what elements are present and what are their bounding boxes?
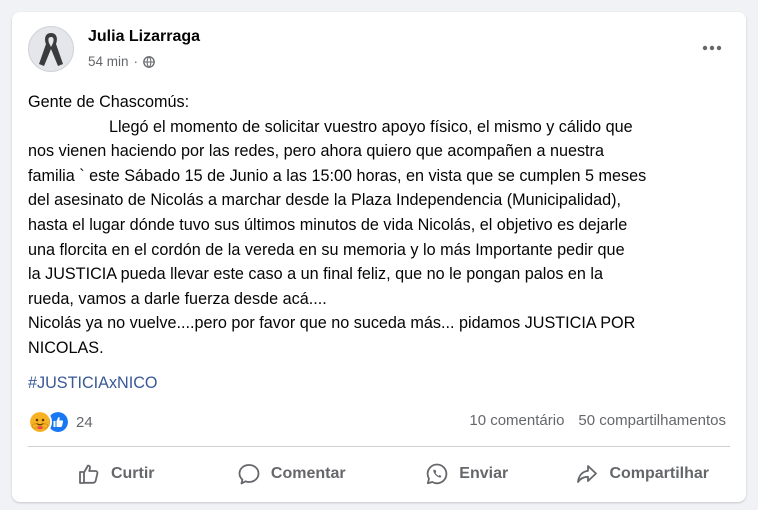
post-body-line: hasta el lugar dónde tuvo sus últimos mi… (28, 215, 628, 234)
comment-count[interactable]: 10 comentário (469, 412, 564, 429)
post-body-line: la JUSTICIA pueda llevar este caso a un … (28, 265, 604, 284)
post-body-line: Gente de Chascomús: (28, 93, 190, 111)
send-button[interactable]: Enviar (379, 454, 555, 494)
comment-label: Comentar (270, 465, 346, 482)
post-meta: 54 min · (88, 54, 155, 69)
comment-bubble-icon (238, 464, 260, 485)
author-name[interactable]: Julia Lizarraga (88, 28, 200, 46)
ellipsis-icon (702, 45, 722, 51)
share-arrow-icon (577, 465, 598, 483)
post-body-line: nos vienen haciendo por las redes, pero … (28, 142, 604, 161)
send-label: Enviar (459, 465, 509, 482)
divider (28, 446, 730, 447)
hashtag-link[interactable]: #JUSTICIAxNICO (28, 374, 158, 393)
like-label: Curtir (110, 465, 155, 482)
globe-icon (143, 55, 155, 68)
reaction-count: 24 (76, 413, 93, 431)
comment-button[interactable]: Comentar (204, 454, 380, 494)
more-options-button[interactable] (694, 34, 730, 62)
engagement-counts: 10 comentário 50 compartilhamentos (469, 412, 726, 429)
post-body-line: una florcita en el cordón de la vereda e… (28, 240, 625, 259)
post-body: Gente de Chascomús: Llegó el momento de … (28, 90, 738, 361)
whatsapp-icon (426, 463, 448, 485)
reaction-summary[interactable]: 24 (28, 410, 93, 434)
share-count[interactable]: 50 compartilhamentos (578, 412, 726, 429)
post-body-line: rueda, vamos a darle fuerza desde acá...… (28, 289, 327, 308)
post-body-line: del asesinato de Nicolás a marchar desde… (28, 191, 621, 210)
post-body-line: Llegó el momento de solicitar vuestro ap… (28, 117, 633, 136)
post-time[interactable]: 54 min (88, 54, 129, 69)
share-button[interactable]: Compartilhar (555, 454, 731, 494)
mourning-ribbon-icon (39, 33, 63, 66)
post-body-line: NICOLAS. (28, 338, 104, 357)
meta-separator: · (133, 54, 139, 69)
post-card: Julia Lizarraga 54 min · Gente de Chasco… (12, 12, 746, 502)
thumbs-up-icon (79, 464, 99, 484)
share-label: Compartilhar (609, 465, 710, 482)
like-button[interactable]: Curtir (28, 454, 204, 494)
action-bar: Curtir Comentar Enviar Compartilhar (28, 454, 730, 494)
post-body-line: Nicolás ya no vuelve....pero por favor q… (28, 314, 636, 333)
avatar[interactable] (28, 26, 74, 72)
care-emoji-icon (28, 410, 52, 434)
post-body-line: familia ` este Sábado 15 de Junio a las … (28, 166, 647, 185)
